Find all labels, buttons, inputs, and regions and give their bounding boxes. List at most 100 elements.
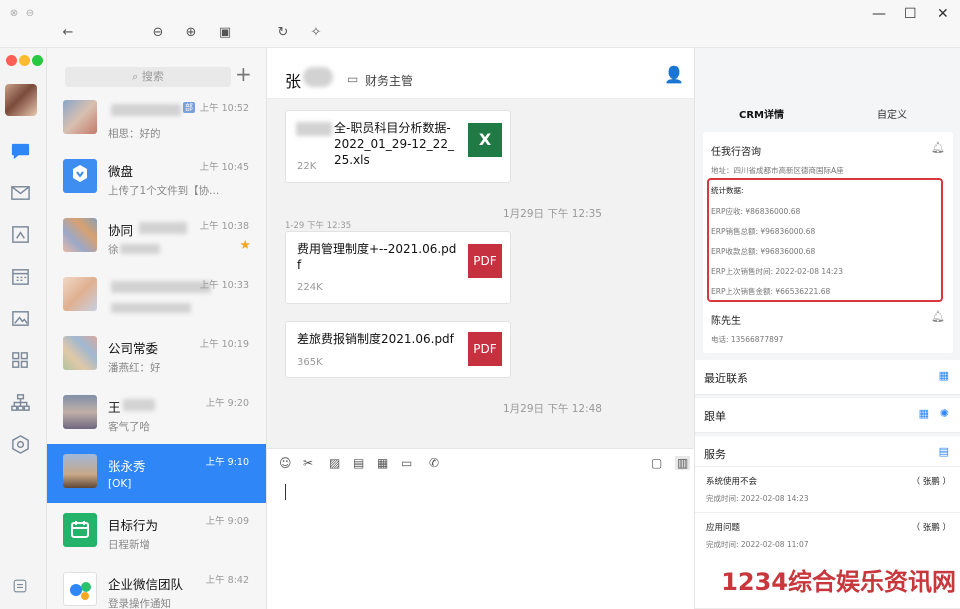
conversation-list: ⌕ 搜索 + 部 上午 10:52 相思：好的 微盘 上午 10:45 上传了1… [47,48,267,609]
redacted-preview [111,303,191,313]
stat-row: ERP上次销售金额: ¥66536221.68 [711,287,831,296]
preview: 日程新增 [108,539,150,551]
bell-icon[interactable]: 🔔︎ [931,141,945,154]
minimize-dot-icon[interactable]: ⊖ [22,6,38,22]
screen-icon[interactable]: ▢ [651,456,662,470]
avatar [63,454,97,488]
apps-icon[interactable] [10,350,31,371]
folder-icon[interactable]: ▭ [401,456,412,470]
name: 王 [108,400,121,415]
window-maximize-icon[interactable]: ☐ [904,6,917,22]
mac-close-dot[interactable] [6,55,17,66]
add-member-icon[interactable]: 👤 [664,65,684,84]
window-minimize-icon[interactable]: — [872,6,886,22]
mac-min-dot[interactable] [19,55,30,66]
conversation-item[interactable]: 协同 上午 10:38 徐 ★ [47,208,266,267]
add-icon[interactable]: + [235,62,252,86]
service-item[interactable]: 应用问题 （ 张鹏 ） 完成时间: 2022-02-08 11:07 [695,512,960,556]
preview: [OK] [108,478,132,490]
redacted-name [111,104,181,116]
search-placeholder: 搜索 [141,70,164,83]
tab-custom[interactable]: 自定义 [877,106,907,121]
org-chart-icon[interactable] [10,392,31,413]
mac-max-dot[interactable] [32,55,43,66]
name: 微盘 [108,164,134,179]
time: 上午 10:52 [199,103,249,114]
conversation-item[interactable]: 目标行为 上午 9:09 日程新增 [47,503,266,562]
preview: 潘燕红：好 [108,362,161,374]
customer-card: 任我行咨询 🔔︎ 地址：四川省成都市高新区德商国际A座 统计数据: ERP应收:… [703,132,953,353]
doc-icon[interactable]: ▤ [939,445,949,458]
message-icon[interactable] [10,140,31,161]
image-icon[interactable]: ▨ [329,456,340,470]
my-avatar[interactable] [5,84,37,116]
pdf-icon: PDF [468,332,502,366]
preview: 登录操作通知 [108,598,171,609]
avatar [63,277,97,311]
zoom-in-icon[interactable]: ⊕ [183,25,199,41]
doc-icon[interactable]: ▤ [353,456,364,470]
service-time: 完成时间: 2022-02-08 14:23 [706,494,809,503]
scissors-icon[interactable]: ✂ [303,456,313,470]
file-message[interactable]: 全-职员科目分析数据-2022_01_29-12_22_25.xls 22K X [285,110,511,183]
time: 上午 9:20 [205,398,249,409]
pdf-icon: PDF [468,244,502,278]
stats-highlight-box [707,178,943,302]
close-dot-icon[interactable]: ⊗ [6,6,22,22]
star-icon[interactable]: ★ [239,238,251,253]
workbench-icon[interactable] [10,434,31,455]
calendar-icon[interactable] [10,266,31,287]
avatar [63,395,97,429]
file-message[interactable]: 费用管理制度+--2021.06.pdf 224K PDF [285,231,511,304]
calendar-small-icon[interactable]: ▦ [377,456,388,470]
zoom-out-icon[interactable]: ⊖ [150,25,166,41]
conversation-item[interactable]: 部 上午 10:52 相思：好的 [47,90,266,149]
time: 上午 9:10 [205,457,249,468]
contact-person: 陈先生 [711,316,741,327]
stat-row: ERP销售总额: ¥96836000.68 [711,227,816,236]
fit-icon[interactable]: ▣ [217,25,233,41]
section-recent-contact[interactable]: 最近联系 ▦ [695,360,960,395]
conversation-item[interactable]: 微盘 上午 10:45 上传了1个文件到【协... [47,149,266,208]
drive-icon[interactable] [10,308,31,329]
conversation-item[interactable]: 公司常委 上午 10:19 潘燕红：好 [47,326,266,385]
tab-crm-detail[interactable]: CRM详情 [739,106,784,121]
mail-icon[interactable] [10,182,31,203]
timestamp: 1月29日 下午 12:48 [503,403,602,415]
service-item[interactable]: 系统使用不会 （ 张鹏 ） 完成时间: 2022-02-08 14:23 [695,466,960,510]
excel-icon: X [468,123,502,157]
back-icon[interactable]: ← [60,25,76,41]
calendar-app-icon [63,513,97,547]
rotate-icon[interactable]: ↻ [275,25,291,41]
docs-icon[interactable] [10,224,31,245]
search-input[interactable]: ⌕ 搜索 [65,67,231,87]
message-input-area[interactable]: ☺ ✂ ▨ ▤ ▦ ▭ ✆ ▢ ▥ [267,448,694,609]
emoji-icon[interactable]: ☺ [279,456,292,470]
app-window: ⊗ ⊖ ← ⊖ ⊕ ▣ ↻ ✧ — ☐ ✕ ⌕ 搜索 + 部 上午 10:52 … [0,0,960,609]
magic-icon[interactable]: ✧ [308,25,324,41]
name: 张永秀 [108,459,146,474]
calendar-icon[interactable]: ▦ [939,369,949,382]
bell-icon[interactable]: 🔔︎ [931,310,945,323]
window-close-icon[interactable]: ✕ [937,6,949,22]
preview: 相思：好的 [108,128,161,140]
lightbulb-icon[interactable]: ✺ [940,407,949,420]
conversation-item-selected[interactable]: 张永秀 上午 9:10 [OK] [47,444,266,503]
conversation-item[interactable]: 王 上午 9:20 客气了哈 [47,385,266,444]
preview: 上传了1个文件到【协... [108,185,220,197]
section-title: 最近联系 [704,372,748,385]
wecom-logo-icon [63,572,97,606]
service-owner: （ 张鹏 ） [911,523,951,533]
time: 上午 10:38 [199,221,249,232]
conversation-item[interactable]: 上午 10:33 [47,267,266,326]
avatar [63,100,97,134]
sidebar-toggle-icon[interactable]: ▥ [675,456,691,470]
preview: 客气了哈 [108,421,150,433]
file-message[interactable]: 差旅费报销制度2021.06.pdf 365K PDF [285,321,511,378]
file-size: 22K [297,161,317,172]
section-follow-up[interactable]: 跟单 ▦ ✺ [695,398,960,433]
settings-icon[interactable] [12,578,28,594]
calendar-icon[interactable]: ▦ [919,407,929,420]
conversation-item[interactable]: 企业微信团队 上午 8:42 登录操作通知 [47,562,266,609]
phone-icon[interactable]: ✆ [429,456,439,470]
